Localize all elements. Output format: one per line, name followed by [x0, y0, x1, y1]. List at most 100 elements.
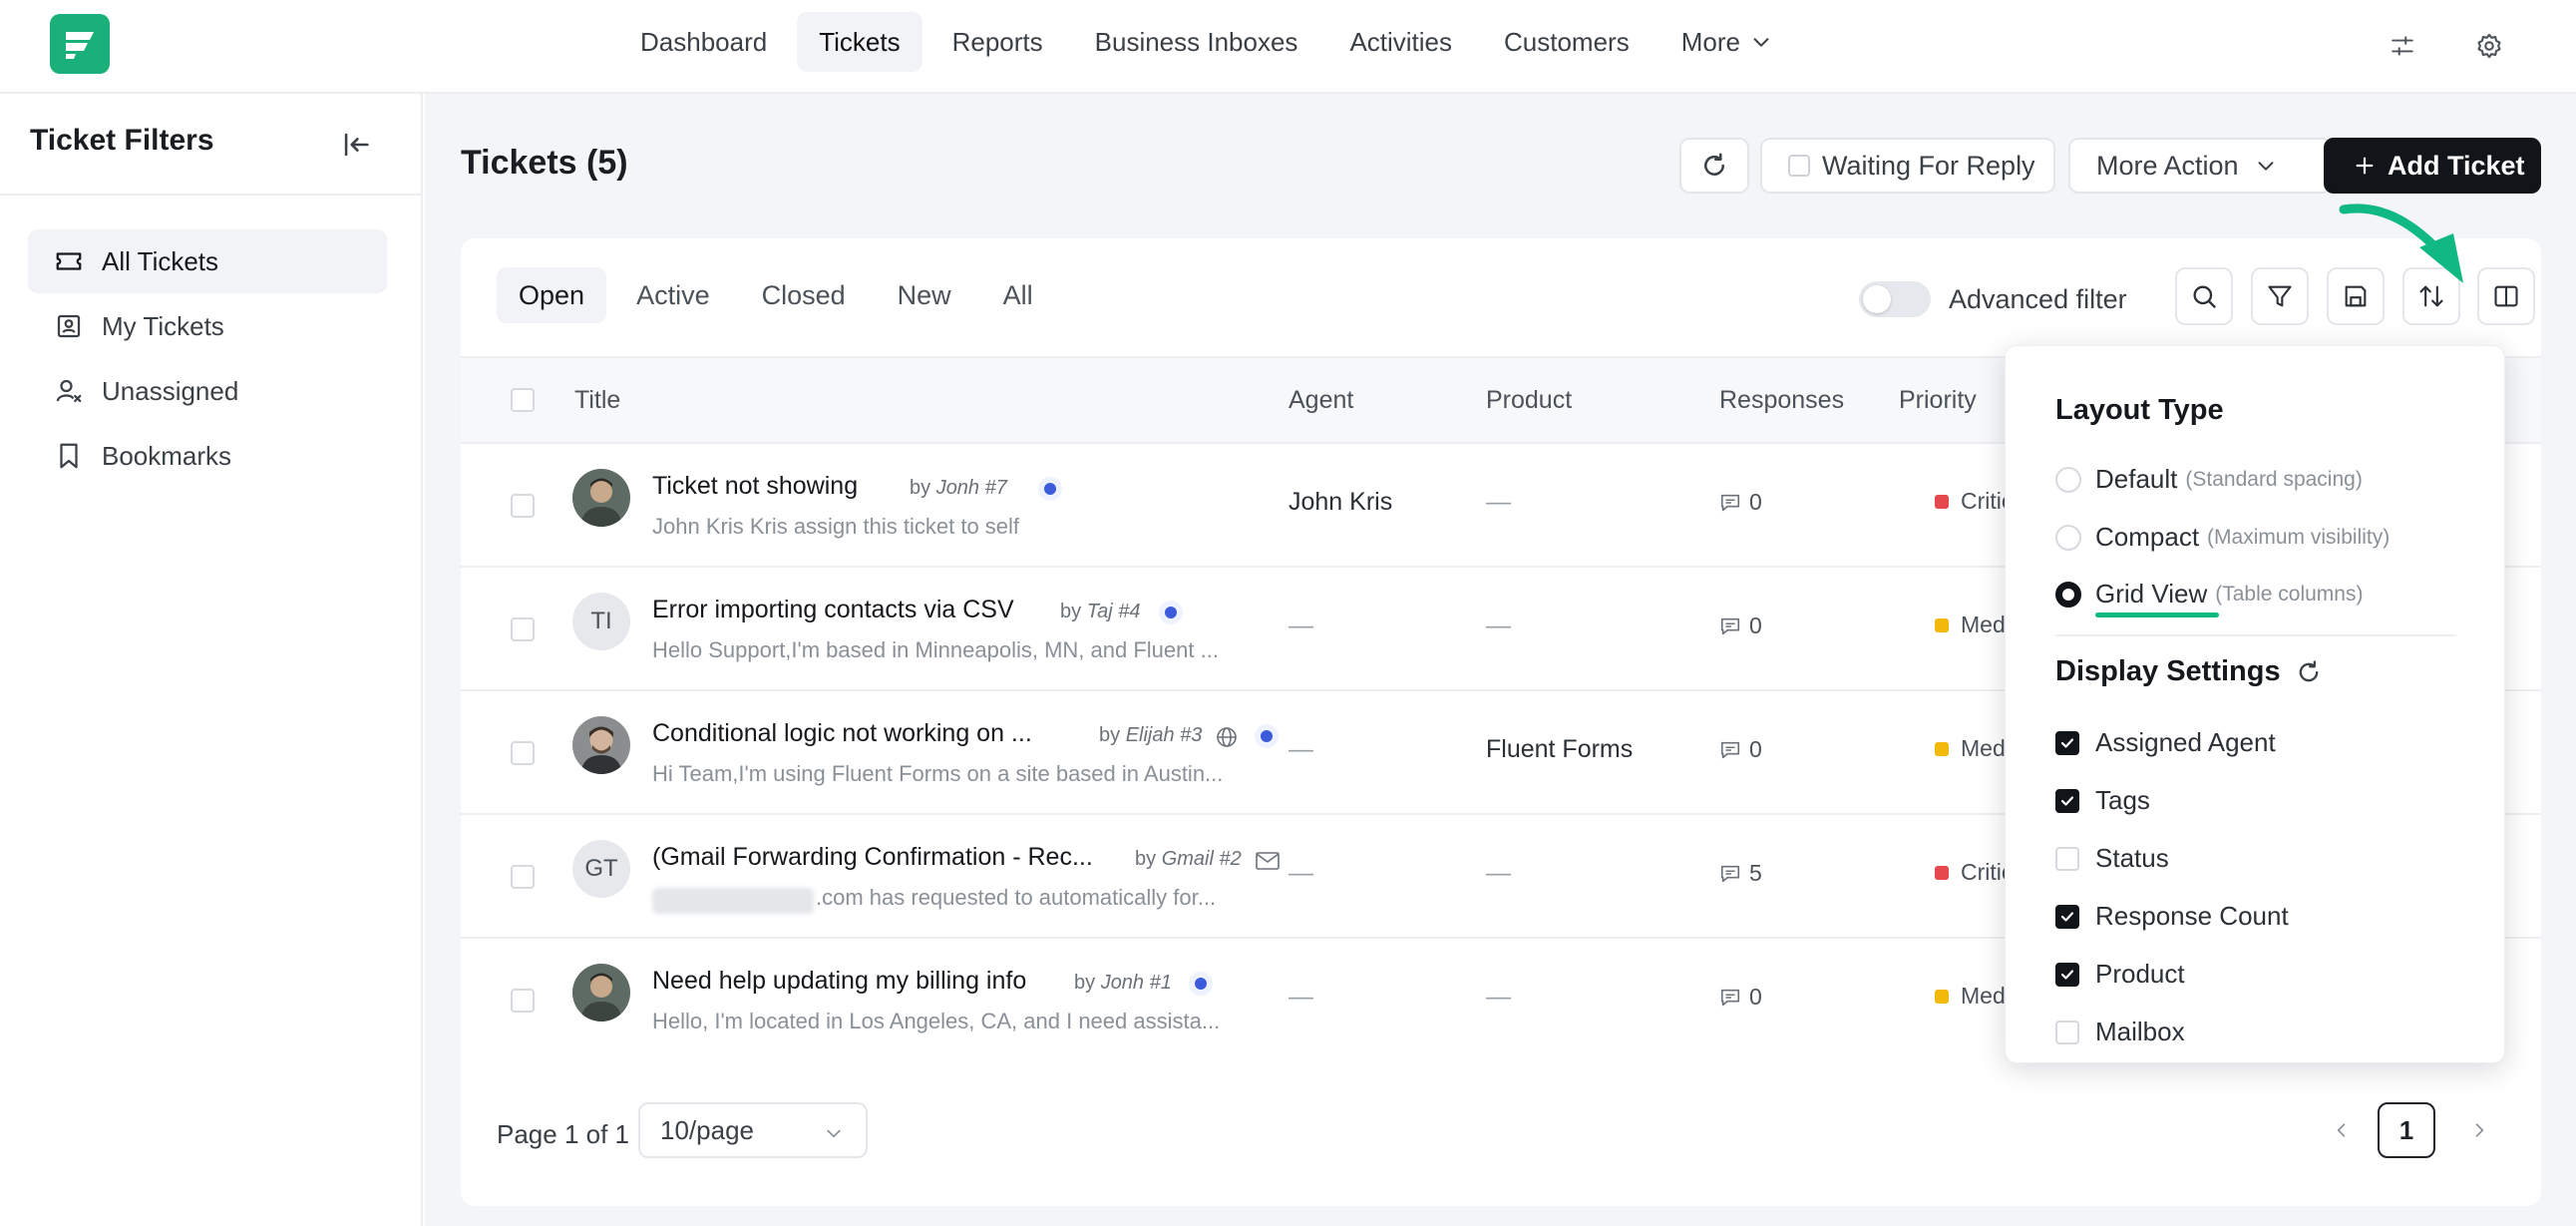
row-checkbox[interactable] [511, 865, 535, 889]
checkbox-status[interactable] [2055, 846, 2079, 871]
tab-closed[interactable]: Closed [740, 267, 868, 323]
select-all-checkbox[interactable] [511, 388, 535, 412]
layout-columns-button[interactable] [2477, 267, 2535, 325]
row-checkbox[interactable] [511, 989, 535, 1013]
sidebar-list: All Tickets My Tickets Unassigned Bookma… [28, 229, 387, 489]
nav-reports[interactable]: Reports [930, 12, 1065, 72]
waiting-for-reply-toggle[interactable]: Waiting For Reply [1760, 138, 2055, 194]
add-ticket-button[interactable]: Add Ticket [2324, 138, 2541, 194]
sidebar-header: Ticket Filters [0, 94, 421, 196]
unread-indicator [1159, 601, 1183, 624]
setting-status[interactable]: Status [2055, 843, 2169, 874]
nav-dashboard[interactable]: Dashboard [618, 12, 789, 72]
sidebar-item-my-tickets[interactable]: My Tickets [28, 294, 387, 358]
next-page-button[interactable] [2469, 1120, 2489, 1140]
column-title[interactable]: Title [574, 386, 620, 415]
setting-label: Assigned Agent [2095, 727, 2276, 757]
nav-label: Tickets [819, 26, 901, 57]
tab-new[interactable]: New [876, 267, 973, 323]
nav-business-inboxes[interactable]: Business Inboxes [1073, 12, 1320, 72]
nav-tickets[interactable]: Tickets [797, 12, 922, 72]
tab-open[interactable]: Open [497, 267, 607, 323]
ticket-author: by Jonh #7 [910, 477, 1007, 500]
nav-label: Activities [1349, 26, 1453, 57]
refresh-icon [1704, 153, 1724, 176]
layout-option-compact[interactable]: Compact (Maximum visibility) [2055, 522, 2390, 553]
chevron-down-icon [2258, 162, 2274, 171]
ticket-title[interactable]: Error importing contacts via CSV [652, 596, 1014, 624]
checkbox-response-count[interactable] [2055, 904, 2079, 929]
ticket-filters-sidebar: Ticket Filters All Tickets My Tickets Un… [0, 94, 423, 1226]
responses-cell: 0 [1719, 489, 1762, 516]
checkbox-tags[interactable] [2055, 788, 2079, 813]
nav-activities[interactable]: Activities [1327, 12, 1474, 72]
sidebar-item-unassigned[interactable]: Unassigned [28, 359, 387, 423]
ticket-excerpt: .com has requested to automatically for.… [816, 885, 1217, 910]
settings-gear-icon[interactable] [2469, 26, 2509, 66]
radio-compact[interactable] [2055, 524, 2081, 551]
sidebar-title: Ticket Filters [30, 124, 214, 157]
waiting-checkbox[interactable] [1788, 155, 1810, 177]
column-product[interactable]: Product [1486, 386, 1572, 415]
layout-option-grid-view[interactable]: Grid View (Table columns) [2055, 579, 2363, 610]
per-page-select[interactable]: 10/page [638, 1102, 868, 1158]
by-label: by [1060, 601, 1087, 622]
nav-customers[interactable]: Customers [1482, 12, 1652, 72]
previous-page-button[interactable] [2332, 1120, 2352, 1140]
page-title: Tickets (5) [461, 144, 628, 182]
collapse-sidebar-icon[interactable] [339, 128, 373, 162]
setting-response-count[interactable]: Response Count [2055, 901, 2289, 932]
columns-icon [2494, 285, 2518, 307]
advanced-filter-toggle[interactable] [1859, 281, 1931, 317]
setting-tags[interactable]: Tags [2055, 785, 2150, 816]
reset-icon[interactable] [2295, 658, 2323, 686]
app-logo[interactable] [50, 14, 110, 74]
row-checkbox[interactable] [511, 494, 535, 518]
setting-mailbox[interactable]: Mailbox [2055, 1017, 2185, 1047]
tab-active[interactable]: Active [614, 267, 732, 323]
ticket-excerpt: John Kris Kris assign this ticket to sel… [652, 514, 1020, 539]
column-priority[interactable]: Priority [1899, 386, 1977, 415]
row-checkbox[interactable] [511, 741, 535, 765]
ticket-author: by Jonh #1 [1074, 972, 1172, 995]
author-name: Elijah #3 [1125, 724, 1203, 746]
ticket-title[interactable]: Ticket not showing [652, 472, 858, 501]
display-settings-title: Display Settings [2055, 655, 2281, 687]
checkbox-assigned-agent[interactable] [2055, 730, 2079, 755]
status-tabs: Open Active Closed New All [497, 267, 1055, 323]
option-label: Default [2095, 464, 2178, 494]
ticket-excerpt: Hello Support,I'm based in Minneapolis, … [652, 637, 1219, 662]
column-responses[interactable]: Responses [1719, 386, 1844, 415]
more-action-button[interactable]: More Action [2068, 138, 2332, 194]
page-1-button[interactable]: 1 [2378, 1102, 2435, 1158]
sidebar-item-all-tickets[interactable]: All Tickets [28, 229, 387, 293]
user-ticket-icon [57, 314, 81, 338]
nav-more[interactable]: More [1659, 12, 1794, 72]
setting-product[interactable]: Product [2055, 959, 2185, 990]
layout-settings-popover: Layout Type Default (Standard spacing) C… [2005, 345, 2505, 1063]
product-cell: Fluent Forms [1486, 735, 1634, 763]
checkbox-product[interactable] [2055, 962, 2079, 987]
product-cell: — [1486, 488, 1511, 516]
checkbox-mailbox[interactable] [2055, 1020, 2079, 1044]
divider [2055, 634, 2456, 636]
refresh-button[interactable] [1679, 138, 1749, 194]
ticket-title[interactable]: (Gmail Forwarding Confirmation - Rec... [652, 843, 1093, 872]
waiting-label: Waiting For Reply [1822, 150, 2035, 181]
radio-grid-view[interactable] [2055, 581, 2081, 608]
filter-button[interactable] [2251, 267, 2309, 325]
sidebar-item-bookmarks[interactable]: Bookmarks [28, 424, 387, 488]
ticket-title[interactable]: Conditional logic not working on ... [652, 719, 1032, 748]
radio-default[interactable] [2055, 466, 2081, 493]
author-name: Jonh #7 [935, 477, 1007, 499]
setting-assigned-agent[interactable]: Assigned Agent [2055, 727, 2276, 758]
row-checkbox[interactable] [511, 617, 535, 641]
author-name: Jonh #1 [1100, 972, 1172, 994]
column-agent[interactable]: Agent [1288, 386, 1353, 415]
layout-option-default[interactable]: Default (Standard spacing) [2055, 464, 2363, 495]
ticket-title[interactable]: Need help updating my billing info [652, 967, 1026, 996]
tab-all[interactable]: All [981, 267, 1055, 323]
search-button[interactable] [2175, 267, 2233, 325]
sidebar-item-label: Bookmarks [102, 440, 232, 471]
sliders-icon[interactable] [2383, 26, 2422, 66]
